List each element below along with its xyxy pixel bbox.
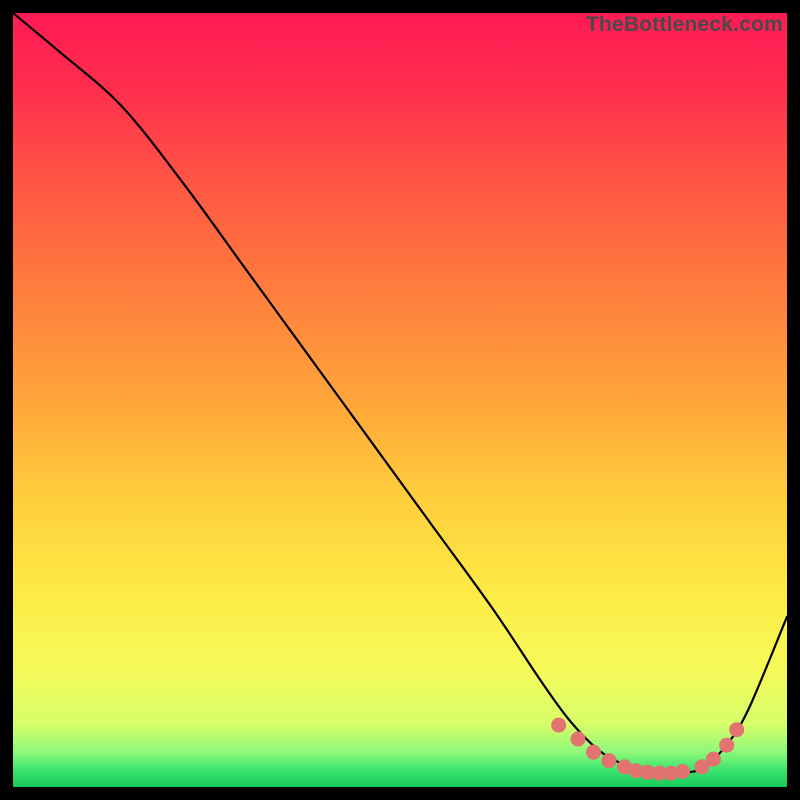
highlight-dot (551, 718, 566, 733)
highlight-dot (719, 738, 734, 753)
highlight-dot (729, 722, 744, 737)
highlight-dot (675, 764, 690, 779)
chart-frame: TheBottleneck.com (13, 13, 787, 787)
highlight-dot (586, 745, 601, 760)
chart-svg (13, 13, 787, 787)
highlight-dot (601, 753, 616, 768)
gradient-background (13, 13, 787, 787)
highlight-dot (571, 732, 586, 747)
watermark-text: TheBottleneck.com (586, 13, 783, 37)
highlight-dot (706, 752, 721, 767)
